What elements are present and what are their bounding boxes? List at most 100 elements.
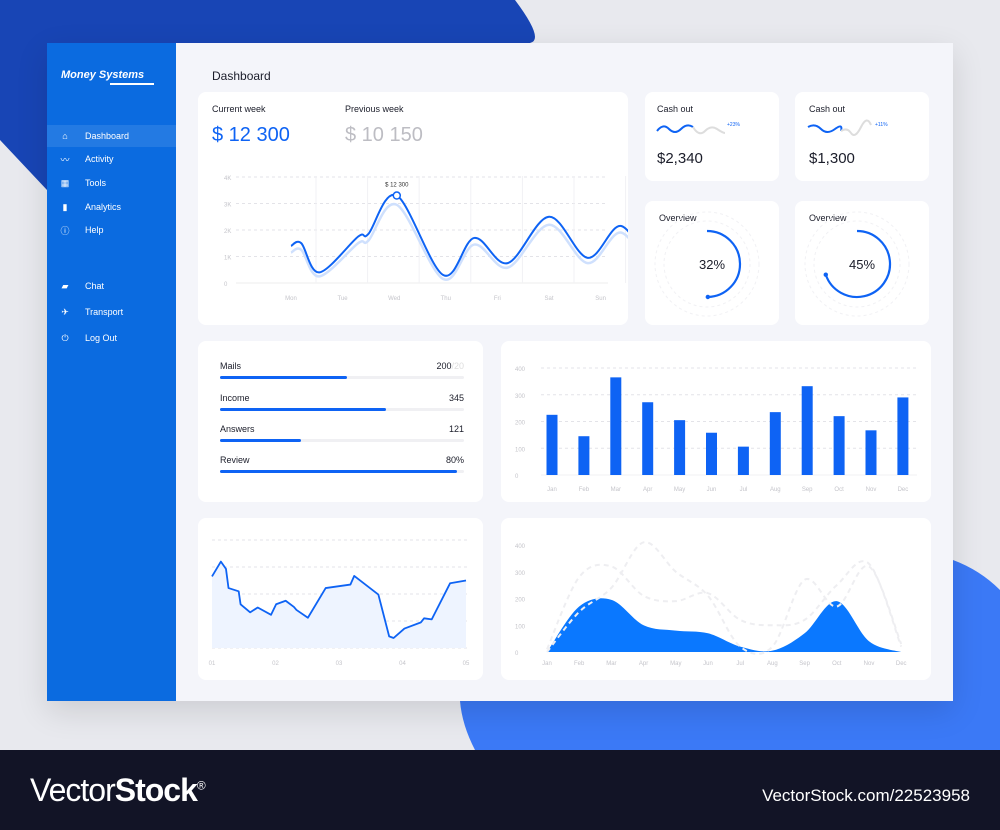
y-tick-label: 0 [224, 282, 228, 288]
x-tick-label: Sun [595, 296, 606, 302]
progress-track [220, 376, 464, 379]
y-tick-label: 0 [515, 474, 519, 480]
x-tick-label: Jul [740, 487, 748, 493]
cash-out-label: Cash out [657, 104, 694, 114]
progress-value: 80% [445, 455, 464, 465]
monthly-area-chart: 0 100 200 300 400 Jan Feb Mar Apr May Jun Jul Aug Sep… [515, 541, 907, 667]
x-tick-label: Jun [707, 487, 717, 493]
sidebar-item-label: Log Out [85, 333, 118, 343]
x-tick-label: Mar [611, 487, 621, 493]
logo-underline [110, 83, 154, 85]
logo-bold: Stock [114, 772, 198, 808]
x-tick-label: Dec [898, 487, 909, 493]
sidebar-item-label: Activity [85, 154, 114, 164]
x-tick-label: May [674, 487, 685, 493]
sidebar-item-dashboard[interactable]: ⌂ Dashboard [47, 125, 176, 147]
bar [642, 402, 654, 475]
x-tick-label: Wed [388, 296, 400, 302]
change-badge: +23% [727, 122, 740, 128]
x-tick-label: Jan [542, 661, 552, 667]
cash-out-value: $1,300 [809, 150, 855, 167]
progress-value: 345 [448, 393, 464, 403]
sidebar-item-help[interactable]: ⓘ Help [47, 219, 176, 241]
change-badge: +11% [875, 122, 888, 128]
sidebar-item-label: Analytics [85, 202, 122, 212]
overview-card: Overview 32% [645, 201, 779, 325]
help-icon: ⓘ [60, 225, 70, 236]
vectorstock-logo: VectorStock® [30, 772, 206, 809]
progress-value: 121 [448, 424, 464, 434]
cash-out-card: Cash out +11% $1,300 [795, 92, 929, 181]
bar [801, 386, 813, 475]
gauge-end-dot [705, 294, 711, 300]
progress-row-review: Review 80% [220, 455, 464, 473]
y-tick-label: 200 [515, 421, 526, 427]
line-chart-card: 01 02 03 04 05 [198, 518, 483, 680]
bar [737, 446, 749, 475]
x-tick-label: Nov [864, 661, 875, 667]
y-tick-label: 100 [515, 447, 526, 453]
y-tick-label: 1K [224, 256, 231, 262]
bar [706, 432, 717, 475]
bar-chart-icon: ▮ [62, 201, 68, 212]
dashboard-window: Money Systems ⌂ Dashboard 〰 Activity ▦ Tool… [47, 43, 953, 701]
y-tick-label: 3K [224, 203, 231, 209]
progress-label: Review [220, 455, 250, 465]
x-tick-label: Mar [606, 661, 616, 667]
x-tick-label: Apr [639, 661, 648, 667]
tooltip-label: $ 12 300 [385, 183, 409, 189]
page-title: Dashboard [212, 69, 271, 83]
progress-row-answers: Answers 121 [220, 424, 464, 442]
x-tick-label: Sat [544, 296, 553, 302]
line-area-fill [212, 561, 466, 648]
x-tick-label: Aug [767, 661, 778, 667]
x-tick-label: Feb [579, 487, 590, 493]
progress-label: Income [220, 393, 250, 403]
progress-value: 200/20 [436, 361, 464, 371]
bar [769, 412, 781, 475]
bar [897, 397, 909, 475]
vectorstock-url: VectorStock.com/22523958 [762, 786, 970, 805]
sidebar-item-chat[interactable]: ▰ Chat [47, 275, 176, 297]
bar [833, 416, 845, 475]
sidebar-item-label: Chat [85, 281, 105, 291]
previous-week-line [290, 203, 628, 281]
y-tick-label: 400 [515, 367, 526, 373]
bar [578, 436, 590, 475]
progress-row-mails: Mails 200/20 [220, 361, 464, 379]
activity-icon: 〰 [60, 154, 70, 165]
chat-icon: ▰ [61, 280, 69, 291]
sidebar-item-logout[interactable]: ⏻ Log Out [47, 327, 176, 349]
progress-fill [220, 439, 301, 442]
x-tick-label: Jun [703, 661, 713, 667]
x-tick-label: Mon [285, 296, 297, 302]
x-tick-label: Dec [896, 661, 907, 667]
x-tick-label: Tue [338, 296, 349, 302]
overview-value: 32% [698, 257, 726, 272]
grid-icon: ▦ [60, 177, 70, 188]
x-tick-label: 04 [399, 661, 406, 667]
bar [610, 377, 622, 475]
weekly-card: Current week $ 12 300 Previous week $ 10… [198, 92, 628, 325]
y-tick-label: 100 [515, 624, 526, 630]
area-chart-card: 0 100 200 300 400 Jan Feb Mar Apr May Jun Jul Aug Sep… [501, 518, 931, 680]
x-tick-label: Jul [736, 661, 744, 667]
x-tick-label: Oct [834, 487, 844, 493]
x-tick-label: Aug [770, 487, 781, 493]
x-tick-label: Nov [866, 487, 877, 493]
sidebar-item-label: Dashboard [85, 131, 130, 141]
progress-fill [220, 376, 347, 379]
sidebar-item-activity[interactable]: 〰 Activity [47, 148, 176, 170]
logo-light: Vector [30, 772, 116, 808]
watermark-footer: VectorStock® VectorStock.com/22523958 [0, 750, 1000, 830]
sidebar-item-tools[interactable]: ▦ Tools [47, 172, 176, 194]
progress-track [220, 470, 464, 473]
progress-label: Answers [220, 424, 255, 434]
sidebar-item-analytics[interactable]: ▮ Analytics [47, 196, 176, 218]
home-icon: ⌂ [62, 131, 68, 141]
cash-out-card: Cash out +23% $2,340 [645, 92, 779, 181]
sidebar-item-transport[interactable]: ✈ Transport [47, 301, 176, 323]
gauge-end-dot [823, 272, 828, 277]
y-tick-label: 4K [224, 176, 231, 182]
plane-icon: ✈ [61, 306, 69, 317]
